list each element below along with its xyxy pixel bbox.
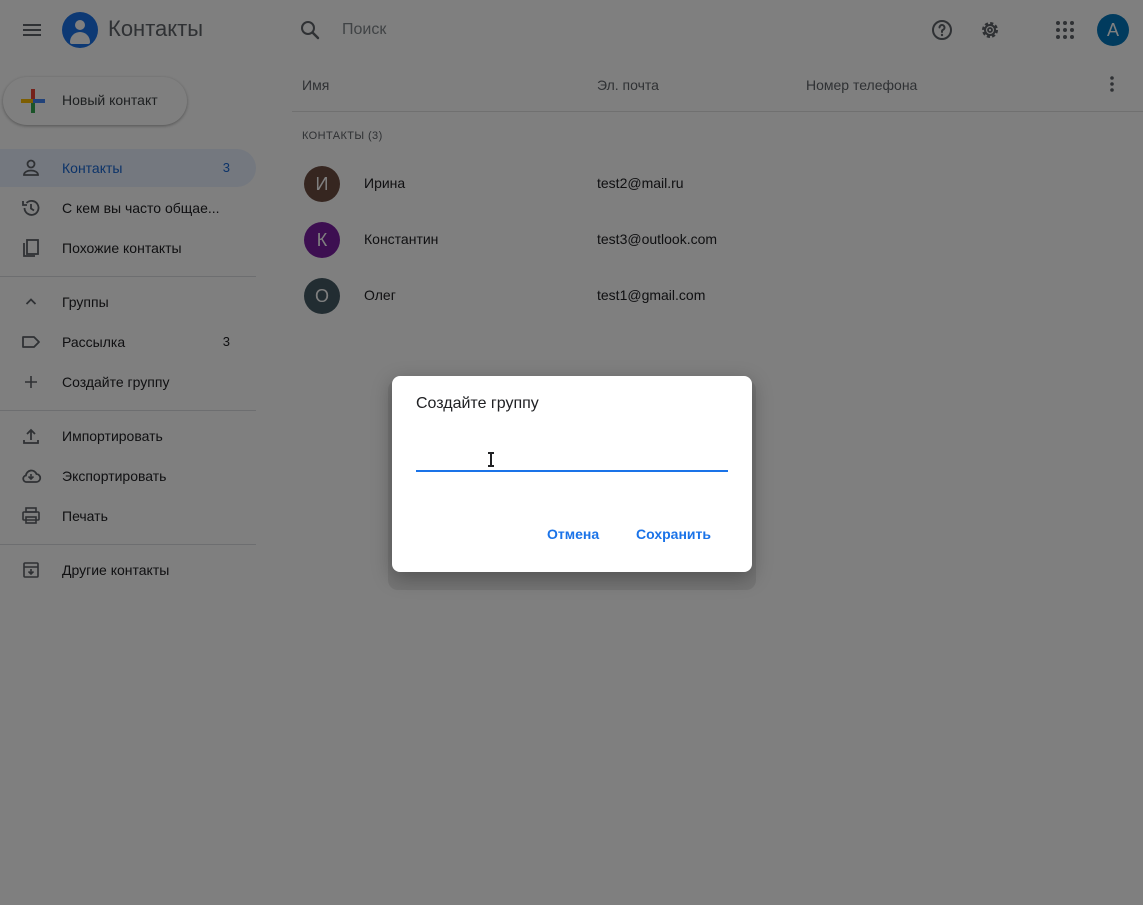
create-group-dialog: Создайте группу Отмена Сохранить xyxy=(392,376,752,572)
contacts-app: Контакты Поиск A Новый xyxy=(0,0,1143,905)
text-cursor-icon xyxy=(488,452,494,467)
dialog-title: Создайте группу xyxy=(416,395,539,412)
group-name-input[interactable] xyxy=(416,436,728,472)
save-button[interactable]: Сохранить xyxy=(636,526,711,542)
cancel-button[interactable]: Отмена xyxy=(547,526,599,542)
